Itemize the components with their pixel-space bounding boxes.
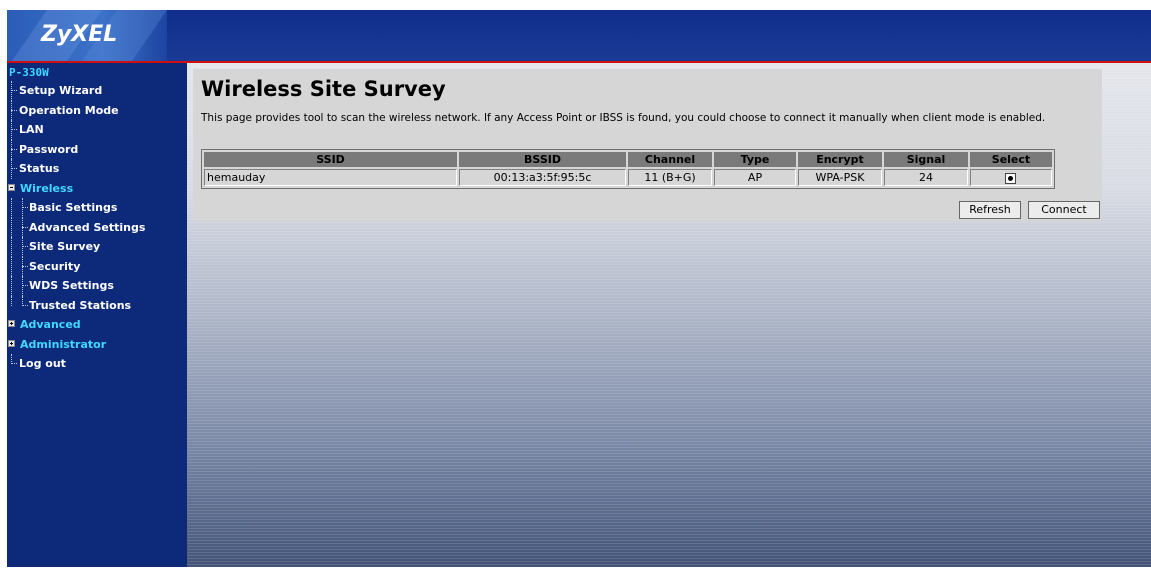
sidebar-item-label: Status — [19, 162, 60, 175]
cell-bssid: 00:13:a3:5f:95:5c — [459, 169, 627, 186]
sidebar-item-label: LAN — [19, 123, 44, 136]
sidebar-folder-advanced[interactable]: Advanced — [7, 315, 187, 335]
connect-button[interactable]: Connect — [1028, 201, 1100, 219]
sidebar-item-status[interactable]: Status — [7, 159, 187, 179]
cell-signal: 24 — [883, 169, 968, 186]
cell-ssid: hemauday — [204, 169, 458, 186]
sidebar-folder-label: Advanced — [20, 318, 81, 331]
table-header-row: SSID BSSID Channel Type Encrypt Signal S… — [204, 152, 1052, 167]
cell-type: AP — [714, 169, 796, 186]
column-header-bssid: BSSID — [459, 152, 627, 167]
sidebar-item-label: Site Survey — [29, 240, 101, 253]
plus-expander-icon[interactable] — [8, 339, 15, 347]
sidebar-folder-wireless[interactable]: Wireless — [7, 179, 187, 199]
sidebar-item-logout[interactable]: Log out — [7, 354, 187, 374]
sidebar-item-label: Setup Wizard — [19, 84, 103, 97]
router-admin-window: ZyXEL P-330W Setup Wizard Operation Mode… — [7, 10, 1151, 567]
sidebar-item-wds-settings[interactable]: WDS Settings — [7, 276, 187, 296]
sidebar-item-advanced-settings[interactable]: Advanced Settings — [7, 217, 187, 237]
sidebar-folder-administrator[interactable]: Administrator — [7, 335, 187, 355]
sidebar-item-label: Advanced Settings — [29, 220, 146, 234]
page-description: This page provides tool to scan the wire… — [201, 112, 1046, 124]
sidebar-nav: P-330W Setup Wizard Operation Mode LAN P… — [7, 63, 187, 567]
select-radio-button[interactable] — [1005, 172, 1017, 184]
zyxel-logo: ZyXEL — [41, 22, 118, 47]
cell-select — [969, 169, 1052, 186]
cell-encrypt: WPA-PSK — [797, 169, 882, 186]
nav-tree: Setup Wizard Operation Mode LAN Password… — [7, 81, 187, 374]
sidebar-item-label: WDS Settings — [29, 279, 114, 292]
refresh-button[interactable]: Refresh — [959, 201, 1021, 219]
site-survey-table: SSID BSSID Channel Type Encrypt Signal S… — [201, 149, 1055, 189]
sidebar-item-label: Log out — [19, 357, 66, 370]
sidebar-item-basic-settings[interactable]: Basic Settings — [7, 198, 187, 218]
sidebar-item-security[interactable]: Security — [7, 256, 187, 276]
sidebar-item-label: Password — [19, 142, 79, 156]
plus-expander-icon[interactable] — [8, 320, 15, 327]
page-title: Wireless Site Survey — [201, 77, 446, 101]
sidebar-item-lan[interactable]: LAN — [7, 120, 187, 140]
sidebar-item-operation-mode[interactable]: Operation Mode — [7, 100, 187, 120]
sidebar-item-label: Basic Settings — [29, 201, 118, 214]
minus-expander-icon[interactable] — [8, 183, 15, 191]
top-banner: ZyXEL — [7, 10, 1151, 63]
sidebar-item-label: Security — [29, 259, 81, 273]
column-header-select: Select — [969, 152, 1052, 167]
main-content: Wireless Site Survey This page provides … — [187, 63, 1151, 567]
logo-area: ZyXEL — [7, 10, 167, 61]
site-survey-panel: Wireless Site Survey This page provides … — [193, 69, 1102, 221]
column-header-type: Type — [714, 152, 796, 167]
sidebar-item-site-survey[interactable]: Site Survey — [7, 237, 187, 257]
column-header-ssid: SSID — [204, 152, 458, 167]
sidebar-folder-label: Administrator — [20, 337, 107, 351]
sidebar-item-label: Operation Mode — [19, 103, 119, 117]
table-row: hemauday 00:13:a3:5f:95:5c 11 (B+G) AP W… — [204, 169, 1052, 186]
cell-channel: 11 (B+G) — [628, 169, 713, 186]
sidebar-item-password[interactable]: Password — [7, 139, 187, 159]
column-header-channel: Channel — [628, 152, 713, 167]
column-header-encrypt: Encrypt — [797, 152, 882, 167]
column-header-signal: Signal — [883, 152, 968, 167]
sidebar-folder-label: Wireless — [20, 181, 74, 195]
model-name: P-330W — [9, 66, 49, 79]
sidebar-item-label: Trusted Stations — [29, 298, 132, 312]
sidebar-item-setup-wizard[interactable]: Setup Wizard — [7, 81, 187, 101]
sidebar-item-trusted-stations[interactable]: Trusted Stations — [7, 295, 187, 316]
